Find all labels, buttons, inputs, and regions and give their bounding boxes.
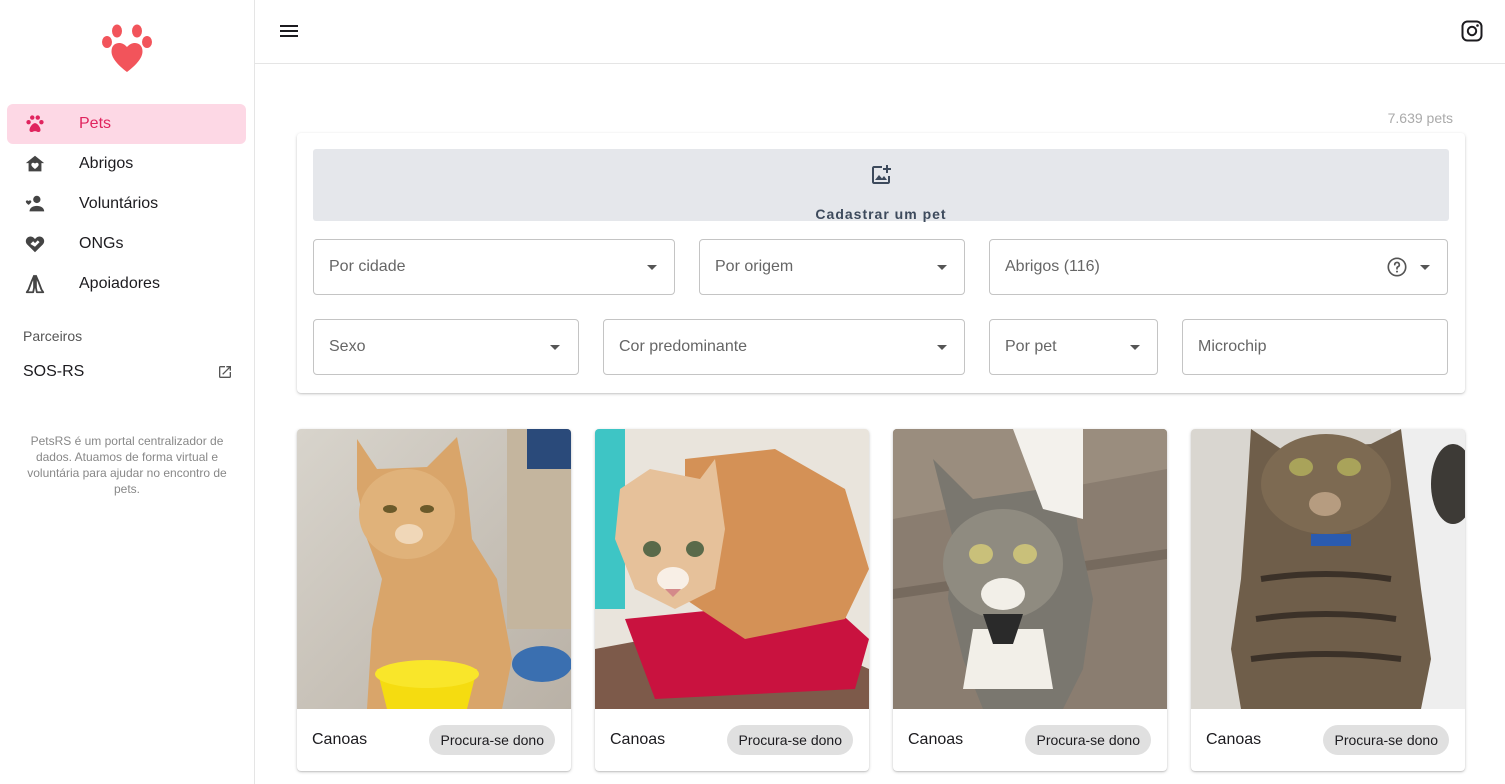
pet-type-select-label: Por pet bbox=[1005, 338, 1057, 355]
pet-card[interactable]: Canoas Procura-se dono bbox=[297, 429, 571, 771]
shelters-select[interactable]: Abrigos (116) bbox=[989, 239, 1448, 295]
sidebar-item-label: Pets bbox=[79, 115, 112, 132]
city-select-label: Por cidade bbox=[329, 258, 406, 275]
origin-select-label: Por origem bbox=[715, 258, 794, 275]
pet-photo bbox=[1191, 429, 1465, 709]
paw-icon bbox=[24, 113, 46, 135]
color-select-label: Cor predominante bbox=[619, 338, 748, 355]
pet-photo bbox=[893, 429, 1167, 709]
pet-card[interactable]: Canoas Procura-se dono bbox=[1191, 429, 1465, 771]
paw-heart-logo[interactable] bbox=[100, 22, 154, 74]
sex-select-label: Sexo bbox=[329, 338, 366, 355]
top-bar bbox=[255, 0, 1505, 64]
handshake-icon bbox=[24, 233, 46, 255]
pet-city: Canoas bbox=[610, 731, 666, 748]
status-badge: Procura-se dono bbox=[727, 725, 853, 755]
pet-card[interactable]: Canoas Procura-se dono bbox=[595, 429, 869, 771]
sidebar-item-label: Abrigos bbox=[79, 155, 134, 172]
register-pet-button[interactable]: Cadastrar um pet bbox=[313, 149, 1449, 222]
volunteer-icon bbox=[24, 193, 46, 215]
color-select[interactable]: Cor predominante bbox=[603, 319, 965, 375]
pet-type-select[interactable]: Por pet bbox=[989, 319, 1158, 375]
pet-city: Canoas bbox=[908, 731, 964, 748]
chevron-down-icon bbox=[550, 345, 560, 350]
chevron-down-icon bbox=[1130, 345, 1140, 350]
hamburger-menu-icon[interactable] bbox=[277, 19, 301, 43]
sex-select[interactable]: Sexo bbox=[313, 319, 579, 375]
house-heart-icon bbox=[24, 153, 46, 175]
chevron-down-icon bbox=[1420, 265, 1430, 270]
pet-count: 7.639 pets bbox=[1387, 110, 1453, 126]
sidebar: Pets Abrigos Voluntários ONGs Apoiadores… bbox=[0, 0, 255, 784]
city-select[interactable]: Por cidade bbox=[313, 239, 675, 295]
chevron-down-icon bbox=[937, 265, 947, 270]
about-text: PetsRS é um portal centralizador de dado… bbox=[27, 434, 227, 496]
chevron-down-icon bbox=[647, 265, 657, 270]
sidebar-item-ongs[interactable]: ONGs bbox=[7, 224, 246, 264]
sidebar-item-pets[interactable]: Pets bbox=[7, 104, 246, 144]
microchip-input-placeholder: Microchip bbox=[1198, 338, 1267, 355]
app-root: Pets Abrigos Voluntários ONGs Apoiadores… bbox=[0, 0, 1505, 784]
praying-hands-icon bbox=[24, 273, 46, 295]
pet-card[interactable]: Canoas Procura-se dono bbox=[893, 429, 1167, 771]
pet-city: Canoas bbox=[312, 731, 368, 748]
sidebar-item-apoiadores[interactable]: Apoiadores bbox=[7, 264, 246, 304]
pet-photo bbox=[595, 429, 869, 709]
instagram-icon[interactable] bbox=[1460, 19, 1484, 43]
partner-link-sos-rs[interactable]: SOS-RS bbox=[23, 362, 233, 382]
microchip-input[interactable]: Microchip bbox=[1182, 319, 1448, 375]
pet-city: Canoas bbox=[1206, 731, 1262, 748]
sidebar-item-label: ONGs bbox=[79, 235, 124, 252]
add-photo-icon bbox=[872, 165, 891, 184]
sidebar-item-abrigos[interactable]: Abrigos bbox=[7, 144, 246, 184]
partner-label: SOS-RS bbox=[23, 363, 85, 380]
status-badge: Procura-se dono bbox=[1323, 725, 1449, 755]
sidebar-item-label: Apoiadores bbox=[79, 275, 160, 292]
chevron-down-icon bbox=[937, 345, 947, 350]
sidebar-item-voluntarios[interactable]: Voluntários bbox=[7, 184, 246, 224]
sidebar-item-label: Voluntários bbox=[79, 195, 159, 212]
origin-select[interactable]: Por origem bbox=[699, 239, 965, 295]
external-link-icon bbox=[219, 366, 231, 378]
pet-photo bbox=[297, 429, 571, 709]
filter-card: Cadastrar um pet Por cidade Por origem A… bbox=[297, 133, 1465, 393]
partners-title: Parceiros bbox=[23, 328, 83, 344]
help-icon[interactable] bbox=[1386, 256, 1408, 278]
status-badge: Procura-se dono bbox=[1025, 725, 1151, 755]
status-badge: Procura-se dono bbox=[429, 725, 555, 755]
register-pet-label: Cadastrar um pet bbox=[815, 206, 947, 222]
shelters-select-label: Abrigos (116) bbox=[1005, 258, 1100, 275]
sidebar-nav: Pets Abrigos Voluntários ONGs Apoiadores bbox=[7, 104, 246, 304]
